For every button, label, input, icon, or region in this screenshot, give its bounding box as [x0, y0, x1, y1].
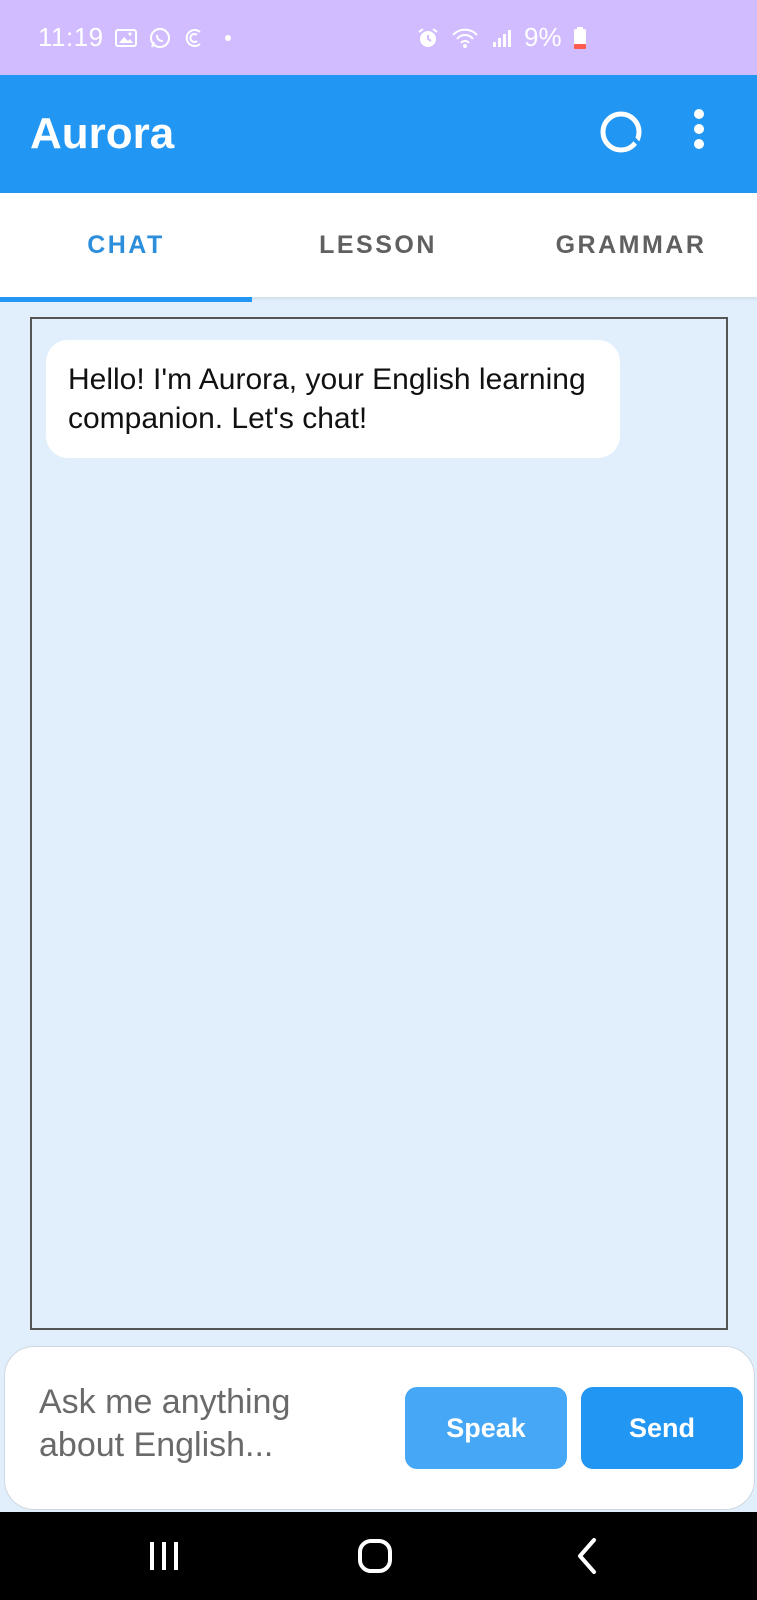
- whatsapp-icon: [148, 26, 172, 50]
- speak-button[interactable]: Speak: [405, 1387, 567, 1469]
- battery-low-icon: [572, 26, 588, 50]
- alarm-icon: [416, 26, 440, 50]
- home-icon[interactable]: [354, 1534, 398, 1578]
- refresh-icon[interactable]: [597, 108, 645, 156]
- send-button[interactable]: Send: [581, 1387, 743, 1469]
- wifi-icon: [450, 26, 480, 50]
- nav-bar: [0, 1512, 757, 1600]
- app-c-icon: [182, 26, 206, 50]
- status-bar: 11:19 9%: [0, 0, 757, 75]
- app-title: Aurora: [30, 109, 175, 158]
- status-right: 9%: [416, 22, 588, 53]
- tab-chat[interactable]: CHAT: [0, 193, 252, 297]
- chat-panel[interactable]: Hello! I'm Aurora, your English learning…: [30, 317, 728, 1330]
- tab-grammar[interactable]: GRAMMAR: [505, 193, 757, 297]
- input-bar: Speak Send: [4, 1346, 755, 1510]
- recents-icon[interactable]: [142, 1534, 186, 1578]
- status-time: 11:19: [38, 22, 104, 52]
- more-vert-icon[interactable]: [684, 105, 714, 153]
- signal-icon: [490, 26, 514, 50]
- bot-message-bubble: Hello! I'm Aurora, your English learning…: [46, 340, 620, 458]
- battery-percent: 9%: [524, 22, 562, 52]
- tab-lesson[interactable]: LESSON: [252, 193, 504, 297]
- message-input[interactable]: [39, 1381, 379, 1471]
- tab-bar: CHAT LESSON GRAMMAR: [0, 193, 757, 297]
- status-left: 11:19: [38, 22, 240, 53]
- dot-icon: [216, 26, 240, 50]
- tab-indicator: [0, 297, 252, 302]
- gallery-icon: [114, 26, 138, 50]
- back-icon[interactable]: [566, 1534, 610, 1578]
- app-bar: Aurora: [0, 75, 757, 193]
